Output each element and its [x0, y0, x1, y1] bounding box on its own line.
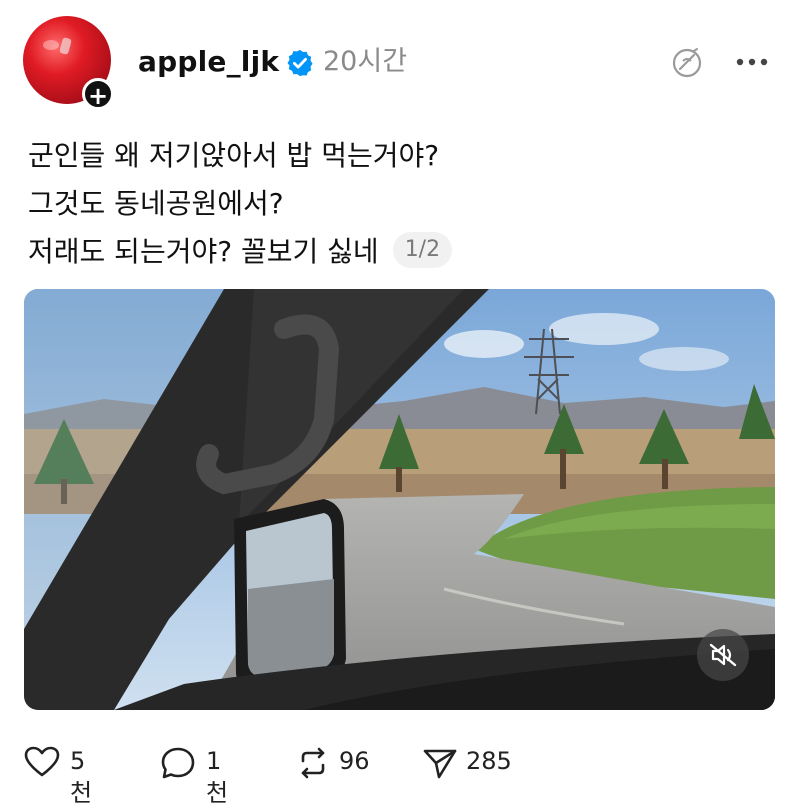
send-icon — [423, 749, 457, 779]
apple-stem — [59, 37, 72, 55]
plus-icon: + — [87, 82, 109, 110]
post-time: 20시간 — [323, 46, 408, 77]
comment-bubble-icon — [161, 747, 195, 779]
video-frame — [24, 289, 775, 710]
post-text-line: 그것도 동네공원에서? — [28, 187, 284, 220]
page-indicator: 1/2 — [392, 232, 453, 268]
like-count: 5천 — [70, 747, 93, 807]
more-icon[interactable] — [734, 56, 770, 68]
muted-speaker-icon — [709, 643, 737, 667]
post-text: 군인들 왜 저기앉아서 밥 먹는거야? 그것도 동네공원에서? 저래도 되는거야… — [28, 132, 768, 276]
action-bar: 5천 1천 96 285 — [24, 738, 624, 807]
post-text-line: 저래도 되는거야? 꼴보기 싫네 — [28, 235, 379, 268]
share-count: 285 — [466, 747, 512, 775]
username[interactable]: apple_ljk — [138, 42, 279, 82]
translate-icon[interactable] — [670, 46, 704, 80]
post-text-line: 군인들 왜 저기앉아서 밥 먹는거야? — [28, 139, 440, 172]
apple-shine — [43, 40, 59, 50]
verified-badge-icon — [287, 49, 313, 77]
repost-count: 96 — [339, 747, 370, 775]
heart-icon — [24, 746, 60, 777]
follow-plus-button[interactable]: + — [82, 78, 114, 110]
repost-icon — [301, 747, 325, 779]
mute-toggle-button[interactable] — [697, 629, 749, 681]
post-text-line-with-pill: 저래도 되는거야? 꼴보기 싫네 1/2 — [28, 228, 768, 276]
video-player[interactable] — [24, 289, 775, 710]
comment-count: 1천 — [206, 747, 229, 807]
